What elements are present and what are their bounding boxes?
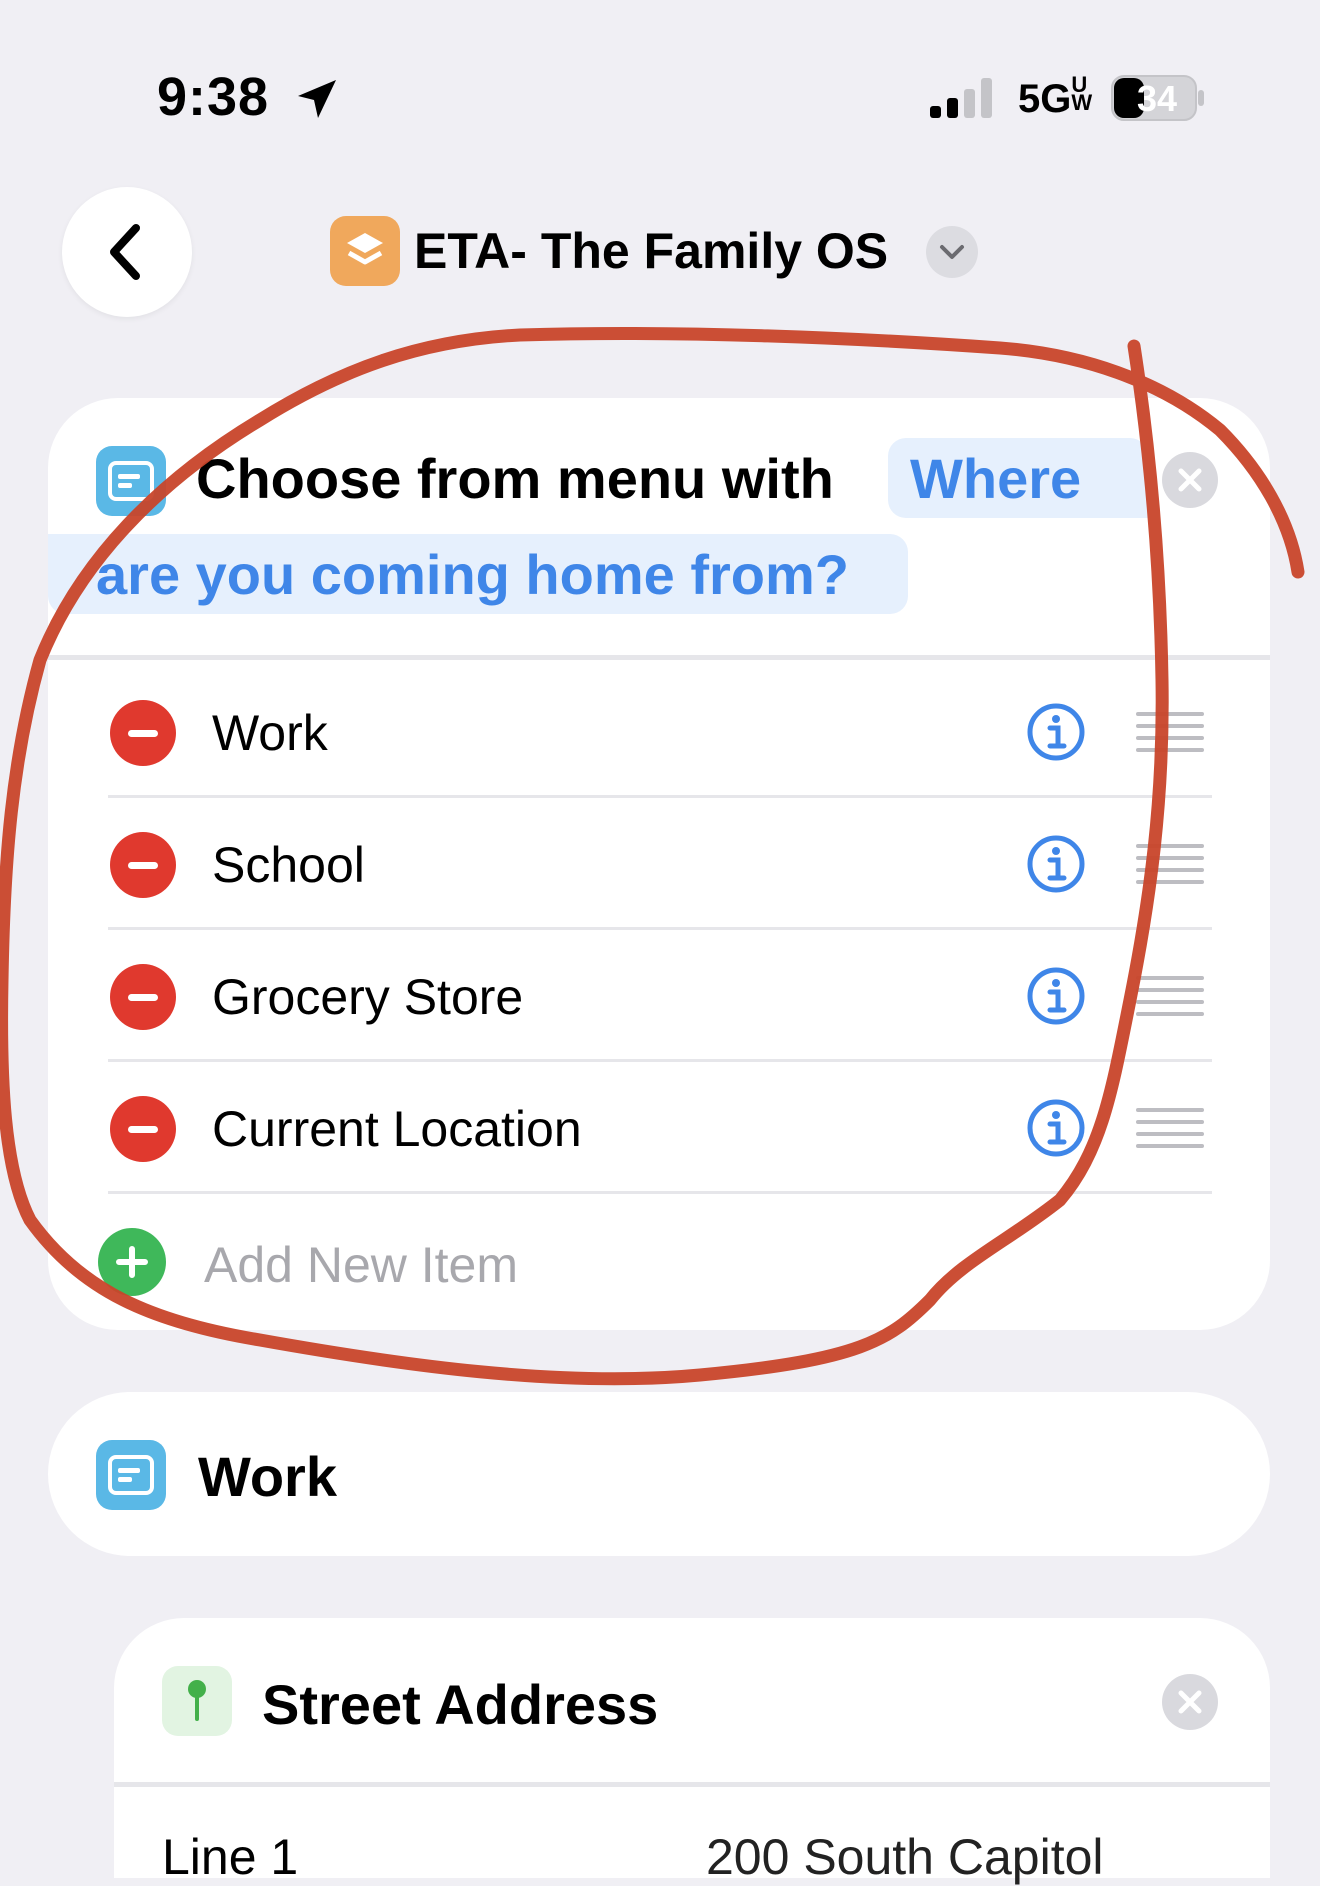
menu-item-label[interactable]: Current Location [212,1100,582,1158]
info-icon[interactable] [1026,1098,1086,1158]
list-item[interactable]: Current Location [108,1062,1212,1194]
back-button[interactable] [62,187,192,317]
info-icon[interactable] [1026,966,1086,1026]
list-item[interactable]: Work [108,666,1212,798]
card-divider [48,655,1270,660]
plus-icon [116,1246,148,1278]
info-icon[interactable] [1026,834,1086,894]
status-time: 9:38 [157,67,270,127]
street-address-title: Street Address [262,1673,659,1736]
prompt-token-line1[interactable]: Where [910,446,1081,511]
shortcut-title[interactable]: ETA- The Family OS [414,222,888,280]
minus-icon [128,1125,158,1133]
network-indicator: 5GUW [1018,72,1093,122]
signal-icon [930,78,992,118]
line1-label: Line 1 [162,1829,299,1885]
remove-action-button[interactable] [1162,452,1218,508]
menu-case-title: Work [198,1445,337,1508]
minus-icon [128,729,158,737]
battery-icon: 34 [1110,74,1206,122]
minus-icon [128,993,158,1001]
title-menu-button[interactable] [926,226,978,278]
delete-item-button[interactable] [110,964,176,1030]
delete-item-button[interactable] [110,700,176,766]
chevron-down-icon [940,245,964,259]
list-item[interactable]: School [108,798,1212,930]
drag-handle-icon[interactable] [1136,1106,1204,1150]
prompt-token-line2[interactable]: are you coming home from? [96,542,849,607]
line1-value[interactable]: 200 South Capitol [706,1828,1104,1886]
drag-handle-icon[interactable] [1136,842,1204,886]
list-item[interactable]: Grocery Store [108,930,1212,1062]
menu-item-label[interactable]: Work [212,704,328,762]
menu-icon [96,1440,166,1510]
chevron-left-icon [110,224,140,280]
minus-icon [128,861,158,869]
add-item-button[interactable] [98,1228,166,1296]
add-new-item-label[interactable]: Add New Item [204,1236,518,1294]
action-title: Choose from menu with [196,447,834,510]
close-icon [1178,468,1202,492]
shortcuts-stack-icon [330,216,400,286]
location-arrow-icon [298,80,336,118]
map-pin-icon [162,1666,232,1736]
info-icon[interactable] [1026,702,1086,762]
delete-item-button[interactable] [110,1096,176,1162]
delete-item-button[interactable] [110,832,176,898]
menu-item-label[interactable]: School [212,836,365,894]
card-divider [114,1782,1270,1787]
close-icon [1178,1690,1202,1714]
menu-item-label[interactable]: Grocery Store [212,968,523,1026]
drag-handle-icon[interactable] [1136,974,1204,1018]
menu-icon [96,446,166,516]
drag-handle-icon[interactable] [1136,710,1204,754]
remove-address-button[interactable] [1162,1674,1218,1730]
row-divider [108,1191,1212,1194]
battery-level: 34 [1136,78,1178,119]
